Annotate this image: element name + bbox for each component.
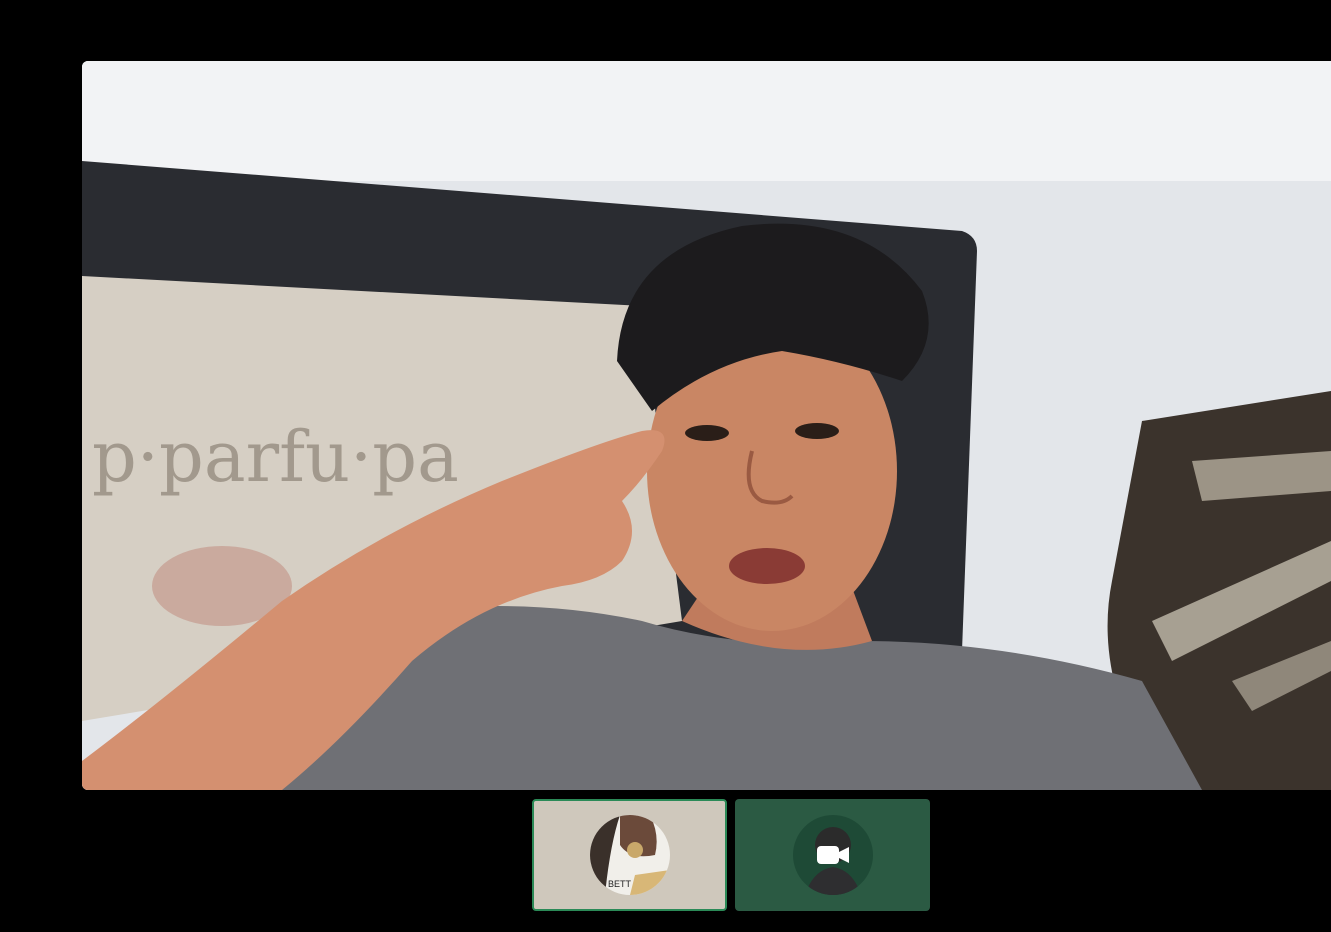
avatar-image: BETT bbox=[589, 815, 670, 895]
video-camera-icon bbox=[816, 846, 849, 864]
participant-tile-remote[interactable] bbox=[735, 799, 930, 911]
participant-tile-self[interactable]: BETT bbox=[532, 799, 727, 911]
main-video-feed[interactable]: p·parfu·pa bbox=[82, 61, 1331, 790]
video-call-window: p·parfu·pa BETT bbox=[0, 0, 1331, 932]
svg-text:p·parfu·pa: p·parfu·pa bbox=[92, 416, 459, 498]
participant-avatar: BETT bbox=[589, 815, 670, 895]
svg-text:BETT: BETT bbox=[608, 879, 632, 889]
participant-strip: BETT bbox=[532, 799, 932, 911]
video-frame-image: p·parfu·pa bbox=[82, 61, 1331, 790]
